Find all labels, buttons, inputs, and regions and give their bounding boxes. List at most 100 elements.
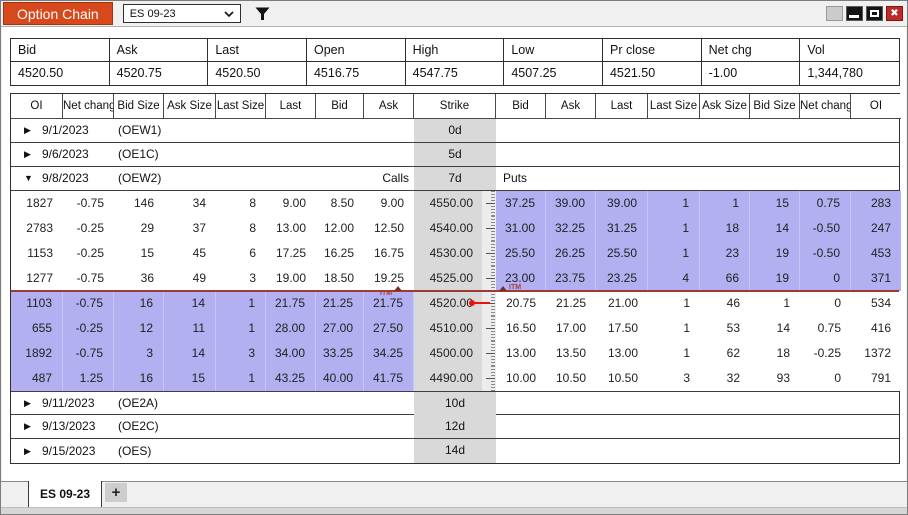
titlebar[interactable]: Option Chain ES 09-23 ✖ [1, 1, 907, 27]
call-net-chg-cell[interactable]: 1.25 [63, 366, 114, 391]
tab-es-09-23[interactable]: ES 09-23 [28, 481, 103, 508]
put-bid-cell[interactable]: 25.50 [496, 241, 546, 266]
call-bid-cell[interactable]: 12.00 [316, 216, 364, 241]
put-last-size-cell[interactable]: 1 [648, 191, 700, 216]
filter-button[interactable] [254, 5, 272, 23]
call-bid-size-cell[interactable]: 16 [114, 366, 164, 391]
put-bid-cell[interactable]: 20.75 [496, 291, 546, 316]
call-ask-cell[interactable]: 16.75 [364, 241, 414, 266]
call-bid-size-cell[interactable]: 146 [114, 191, 164, 216]
expand-arrow-icon[interactable]: ▶ [24, 392, 42, 415]
close-button[interactable]: ✖ [886, 6, 903, 21]
call-ask-size-cell[interactable]: 49 [164, 266, 216, 291]
put-bid-cell[interactable]: 13.00 [496, 341, 546, 366]
call-last-size-cell[interactable]: 8 [216, 191, 266, 216]
call-ask-cell[interactable]: 27.50 [364, 316, 414, 341]
put-last-cell[interactable]: 21.00 [596, 291, 648, 316]
put-oi-cell[interactable]: 416 [851, 316, 901, 341]
call-bid-cell[interactable]: 27.00 [316, 316, 364, 341]
put-net-chg-cell[interactable]: -0.50 [800, 241, 851, 266]
put-bid-size-cell[interactable]: 14 [750, 216, 800, 241]
call-last-size-cell[interactable]: 1 [216, 366, 266, 391]
call-net-chg-cell[interactable]: -0.75 [63, 291, 114, 316]
call-ask-cell[interactable]: 41.75 [364, 366, 414, 391]
put-net-chg-cell[interactable]: 0 [800, 291, 851, 316]
restore-button[interactable] [866, 6, 883, 21]
put-ask-cell[interactable]: 13.50 [546, 341, 596, 366]
put-ask-cell[interactable]: 17.00 [546, 316, 596, 341]
put-bid-cell[interactable]: 16.50 [496, 316, 546, 341]
put-bid-size-cell[interactable]: 19 [750, 241, 800, 266]
put-last-cell[interactable]: 10.50 [596, 366, 648, 391]
put-last-cell[interactable]: 31.25 [596, 216, 648, 241]
put-oi-cell[interactable]: 371 [851, 266, 901, 291]
put-last-cell[interactable]: 23.25 [596, 266, 648, 291]
call-last-cell[interactable]: 17.25 [266, 241, 316, 266]
call-bid-cell[interactable]: 33.25 [316, 341, 364, 366]
expand-arrow-icon[interactable]: ▶ [24, 143, 42, 166]
call-last-size-cell[interactable]: 3 [216, 266, 266, 291]
call-oi-cell[interactable]: 655 [11, 316, 63, 341]
call-oi-cell[interactable]: 1153 [11, 241, 63, 266]
put-oi-cell[interactable]: 534 [851, 291, 901, 316]
put-last-size-cell[interactable]: 1 [648, 316, 700, 341]
call-bid-size-cell[interactable]: 12 [114, 316, 164, 341]
put-net-chg-cell[interactable]: -0.25 [800, 341, 851, 366]
put-ask-cell[interactable]: 10.50 [546, 366, 596, 391]
call-bid-size-cell[interactable]: 3 [114, 341, 164, 366]
put-last-size-cell[interactable]: 1 [648, 216, 700, 241]
put-bid-cell[interactable]: 10.00 [496, 366, 546, 391]
call-bid-size-cell[interactable]: 36 [114, 266, 164, 291]
call-oi-cell[interactable]: 1277 [11, 266, 63, 291]
expiry-group-row[interactable]: ▶ 9/1/2023 (OEW1) 0d [11, 119, 899, 143]
call-last-size-cell[interactable]: 3 [216, 341, 266, 366]
expiry-group-row[interactable]: ▶ 9/13/2023 (OE2C) 12d [11, 415, 899, 439]
call-ask-size-cell[interactable]: 45 [164, 241, 216, 266]
call-last-size-cell[interactable]: 1 [216, 316, 266, 341]
call-ask-size-cell[interactable]: 34 [164, 191, 216, 216]
call-ask-cell[interactable]: 34.25 [364, 341, 414, 366]
call-net-chg-cell[interactable]: -0.75 [63, 191, 114, 216]
put-ask-size-cell[interactable]: 32 [700, 366, 750, 391]
minimize-button[interactable] [846, 6, 863, 21]
put-net-chg-cell[interactable]: 0 [800, 266, 851, 291]
expiry-group-row[interactable]: ▼ 9/8/2023 (OEW2) Calls 7d Puts [11, 167, 899, 191]
expiry-group-row[interactable]: ▶ 9/15/2023 (OES) 14d [11, 439, 899, 463]
put-last-cell[interactable]: 17.50 [596, 316, 648, 341]
put-ask-cell[interactable]: 23.75 [546, 266, 596, 291]
call-oi-cell[interactable]: 1892 [11, 341, 63, 366]
put-ask-size-cell[interactable]: 53 [700, 316, 750, 341]
call-last-cell[interactable]: 43.25 [266, 366, 316, 391]
call-oi-cell[interactable]: 2783 [11, 216, 63, 241]
put-bid-size-cell[interactable]: 15 [750, 191, 800, 216]
call-net-chg-cell[interactable]: -0.25 [63, 316, 114, 341]
put-net-chg-cell[interactable]: 0.75 [800, 316, 851, 341]
put-last-cell[interactable]: 13.00 [596, 341, 648, 366]
call-ask-cell[interactable]: 9.00 [364, 191, 414, 216]
put-oi-cell[interactable]: 791 [851, 366, 901, 391]
call-last-cell[interactable]: 34.00 [266, 341, 316, 366]
expand-arrow-icon[interactable]: ▶ [24, 415, 42, 438]
put-ask-size-cell[interactable]: 62 [700, 341, 750, 366]
expand-arrow-icon[interactable]: ▶ [24, 440, 42, 463]
call-ask-size-cell[interactable]: 11 [164, 316, 216, 341]
call-last-cell[interactable]: 28.00 [266, 316, 316, 341]
put-bid-size-cell[interactable]: 18 [750, 341, 800, 366]
call-ask-size-cell[interactable]: 14 [164, 341, 216, 366]
put-net-chg-cell[interactable]: 0 [800, 366, 851, 391]
expand-arrow-icon[interactable]: ▼ [24, 167, 42, 190]
put-ask-cell[interactable]: 39.00 [546, 191, 596, 216]
call-net-chg-cell[interactable]: -0.25 [63, 216, 114, 241]
call-bid-cell[interactable]: 40.00 [316, 366, 364, 391]
call-bid-cell[interactable]: 16.25 [316, 241, 364, 266]
call-last-size-cell[interactable]: 8 [216, 216, 266, 241]
call-ask-size-cell[interactable]: 14 [164, 291, 216, 316]
call-net-chg-cell[interactable]: -0.75 [63, 266, 114, 291]
put-net-chg-cell[interactable]: -0.50 [800, 216, 851, 241]
put-last-size-cell[interactable]: 3 [648, 366, 700, 391]
call-oi-cell[interactable]: 487 [11, 366, 63, 391]
call-bid-size-cell[interactable]: 16 [114, 291, 164, 316]
call-ask-size-cell[interactable]: 15 [164, 366, 216, 391]
put-ask-cell[interactable]: 26.25 [546, 241, 596, 266]
put-bid-size-cell[interactable]: 19 [750, 266, 800, 291]
